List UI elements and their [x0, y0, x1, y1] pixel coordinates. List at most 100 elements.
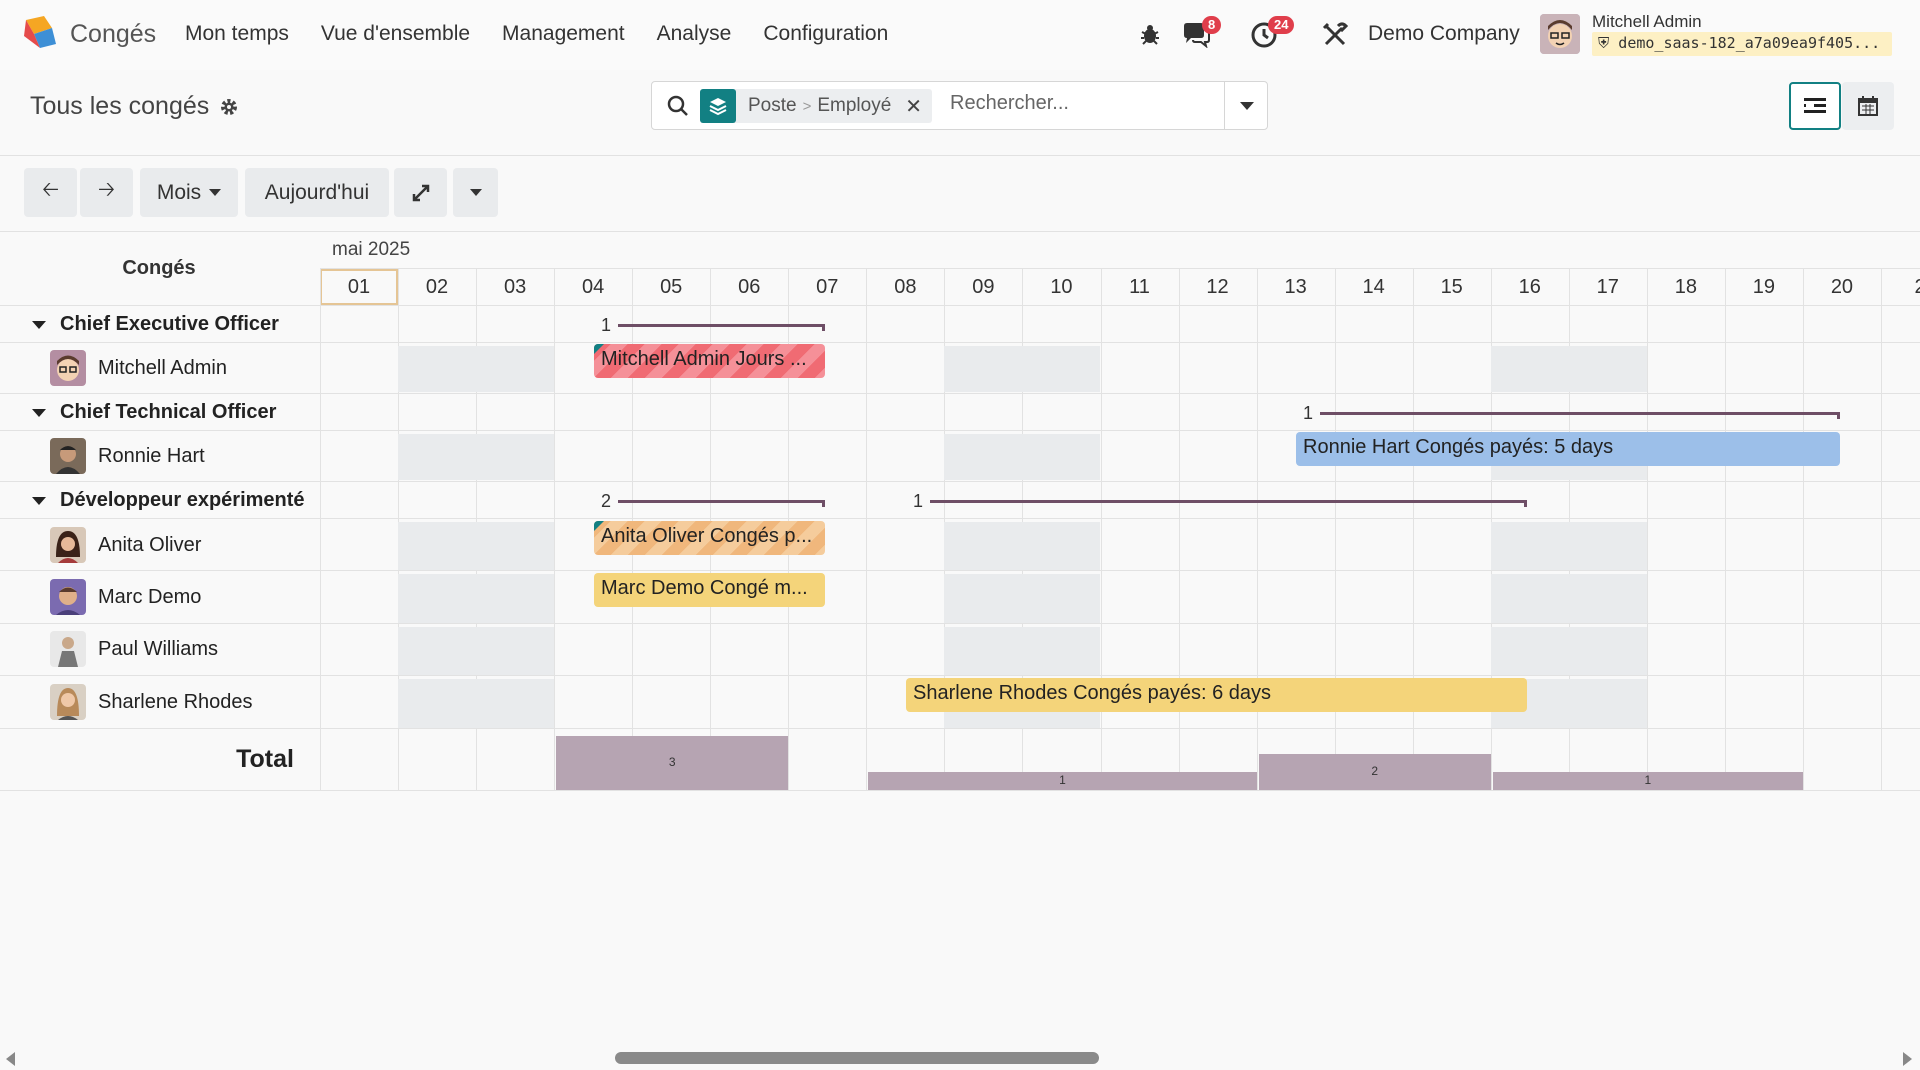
- caret-down-icon: [469, 189, 482, 196]
- user-avatar[interactable]: [1540, 14, 1580, 54]
- menu-mon-temps[interactable]: Mon temps: [185, 22, 289, 46]
- gear-icon[interactable]: [219, 97, 239, 117]
- facet-separator: >: [802, 98, 812, 115]
- caret-down-icon: [32, 496, 46, 505]
- app-name[interactable]: Congés: [70, 20, 156, 49]
- view-switch-calendar[interactable]: [1842, 82, 1894, 130]
- total-bar: 3: [556, 736, 789, 790]
- messages-button[interactable]: 8: [1182, 16, 1222, 50]
- breadcrumb: Tous les congés: [30, 92, 239, 121]
- day-header: 18: [1674, 276, 1697, 298]
- employee-row-anita-oliver[interactable]: Anita Oliver: [50, 527, 201, 563]
- grid-column-line: [1724, 268, 1726, 791]
- employee-row-paul-williams[interactable]: Paul Williams: [50, 631, 218, 667]
- group-summary-tick: [1524, 500, 1527, 507]
- caret-down-icon: [32, 408, 46, 417]
- employee-row-ronnie-hart[interactable]: Ronnie Hart: [50, 438, 205, 474]
- group-label[interactable]: Développeur expérimenté: [32, 489, 305, 512]
- group-summary-line: [1320, 412, 1840, 415]
- weekend-shade: [1490, 522, 1647, 570]
- grid-column-line: [1178, 268, 1180, 791]
- day-header: 16: [1518, 276, 1541, 298]
- total-bar-value: 1: [1644, 773, 1652, 787]
- day-header: 06: [738, 276, 761, 298]
- employee-row-marc-demo[interactable]: Marc Demo: [50, 579, 201, 615]
- group-row-ceo[interactable]: Chief Executive Officer: [0, 309, 1920, 343]
- day-header: 15: [1440, 276, 1463, 298]
- row-divider: [0, 430, 1920, 431]
- leave-bar-marc-demo[interactable]: Marc Demo Congé m...: [594, 573, 825, 607]
- main-menu: Mon temps Vue d'ensemble Management Anal…: [185, 22, 920, 46]
- scroll-left-arrow-icon[interactable]: [6, 1052, 15, 1066]
- leave-bar-ronnie-hart[interactable]: Ronnie Hart Congés payés: 5 days: [1296, 432, 1840, 466]
- settings-tools-button[interactable]: [1322, 22, 1348, 48]
- caret-down-icon: [1239, 101, 1254, 110]
- menu-management[interactable]: Management: [502, 22, 625, 46]
- menu-vue-ensemble[interactable]: Vue d'ensemble: [321, 22, 470, 46]
- menu-analyse[interactable]: Analyse: [657, 22, 732, 46]
- group-summary-tick: [822, 324, 825, 331]
- expand-button[interactable]: [394, 168, 447, 217]
- grid-column-line: [1412, 268, 1414, 791]
- employee-avatar: [50, 350, 86, 386]
- total-bar-value: 3: [668, 755, 676, 769]
- user-name[interactable]: Mitchell Admin: [1592, 12, 1702, 32]
- row-divider: [0, 393, 1920, 394]
- month-header: mai 2025: [332, 239, 411, 260]
- day-header: 13: [1284, 276, 1307, 298]
- search-input[interactable]: [950, 92, 1200, 115]
- employee-row-mitchell-admin[interactable]: Mitchell Admin: [50, 350, 227, 386]
- weekend-shade: [1490, 627, 1647, 675]
- weekend-shade: [398, 627, 555, 675]
- groupby-facet[interactable]: Poste > Employé ✕: [700, 89, 933, 123]
- scroll-right-arrow-icon[interactable]: [1903, 1052, 1912, 1066]
- day-header: 03: [503, 276, 527, 298]
- debug-button[interactable]: [1138, 22, 1162, 46]
- employee-avatar: [50, 684, 86, 720]
- app-logo-icon[interactable]: [22, 14, 58, 50]
- next-button[interactable]: 🡢: [80, 168, 133, 217]
- group-summary-line: [618, 500, 825, 503]
- employee-name: Paul Williams: [98, 637, 219, 660]
- company-switcher[interactable]: Demo Company: [1368, 22, 1520, 46]
- group-label[interactable]: Chief Executive Officer: [32, 313, 279, 336]
- arrow-right-icon: 🡢: [97, 178, 116, 201]
- more-options-button[interactable]: [453, 168, 498, 217]
- month-divider: [320, 268, 1920, 269]
- row-divider: [0, 728, 1920, 729]
- group-summary-count: 1: [601, 315, 612, 335]
- leave-bar-mitchell-admin[interactable]: Mitchell Admin Jours ...: [594, 344, 825, 378]
- row-divider: [0, 623, 1920, 624]
- view-switch-gantt[interactable]: [1789, 82, 1841, 130]
- total-bar: 1: [1492, 772, 1803, 790]
- expand-icon: [412, 184, 429, 201]
- gantt-row-header: Congés: [122, 257, 196, 279]
- group-label[interactable]: Chief Technical Officer: [32, 401, 276, 424]
- weekend-shade: [398, 346, 555, 392]
- leave-bar-sharlene-rhodes[interactable]: Sharlene Rhodes Congés payés: 6 days: [906, 678, 1527, 712]
- employee-avatar: [50, 527, 86, 563]
- leave-bar-anita-oliver[interactable]: Anita Oliver Congés p...: [594, 521, 825, 555]
- day-header: 11: [1129, 276, 1150, 298]
- horizontal-scrollbar-thumb[interactable]: [615, 1052, 1099, 1064]
- employee-name: Marc Demo: [98, 585, 202, 608]
- database-icon: ⛨: [1598, 34, 1610, 52]
- menu-configuration[interactable]: Configuration: [763, 22, 888, 46]
- scale-label: Mois: [156, 180, 202, 204]
- database-name: ⛨ demo_saas-182_a7a09ea9f405...: [1592, 32, 1892, 56]
- weekend-shade: [944, 574, 1101, 623]
- remove-facet-icon[interactable]: ✕: [901, 94, 932, 119]
- employee-name: Anita Oliver: [98, 533, 202, 556]
- search-icon[interactable]: [666, 94, 690, 118]
- employee-avatar: [50, 579, 86, 615]
- gantt-view-icon: [1804, 98, 1826, 113]
- scale-dropdown[interactable]: Mois: [140, 168, 238, 217]
- group-summary-count: 1: [1303, 403, 1314, 423]
- previous-button[interactable]: 🡠: [24, 168, 77, 217]
- row-divider: [0, 518, 1920, 519]
- employee-row-sharlene-rhodes[interactable]: Sharlene Rhodes: [50, 684, 253, 720]
- employee-name: Sharlene Rhodes: [98, 690, 253, 713]
- today-button[interactable]: Aujourd'hui: [245, 168, 389, 217]
- search-options-toggle[interactable]: [1224, 82, 1268, 129]
- activities-button[interactable]: 24: [1250, 16, 1295, 50]
